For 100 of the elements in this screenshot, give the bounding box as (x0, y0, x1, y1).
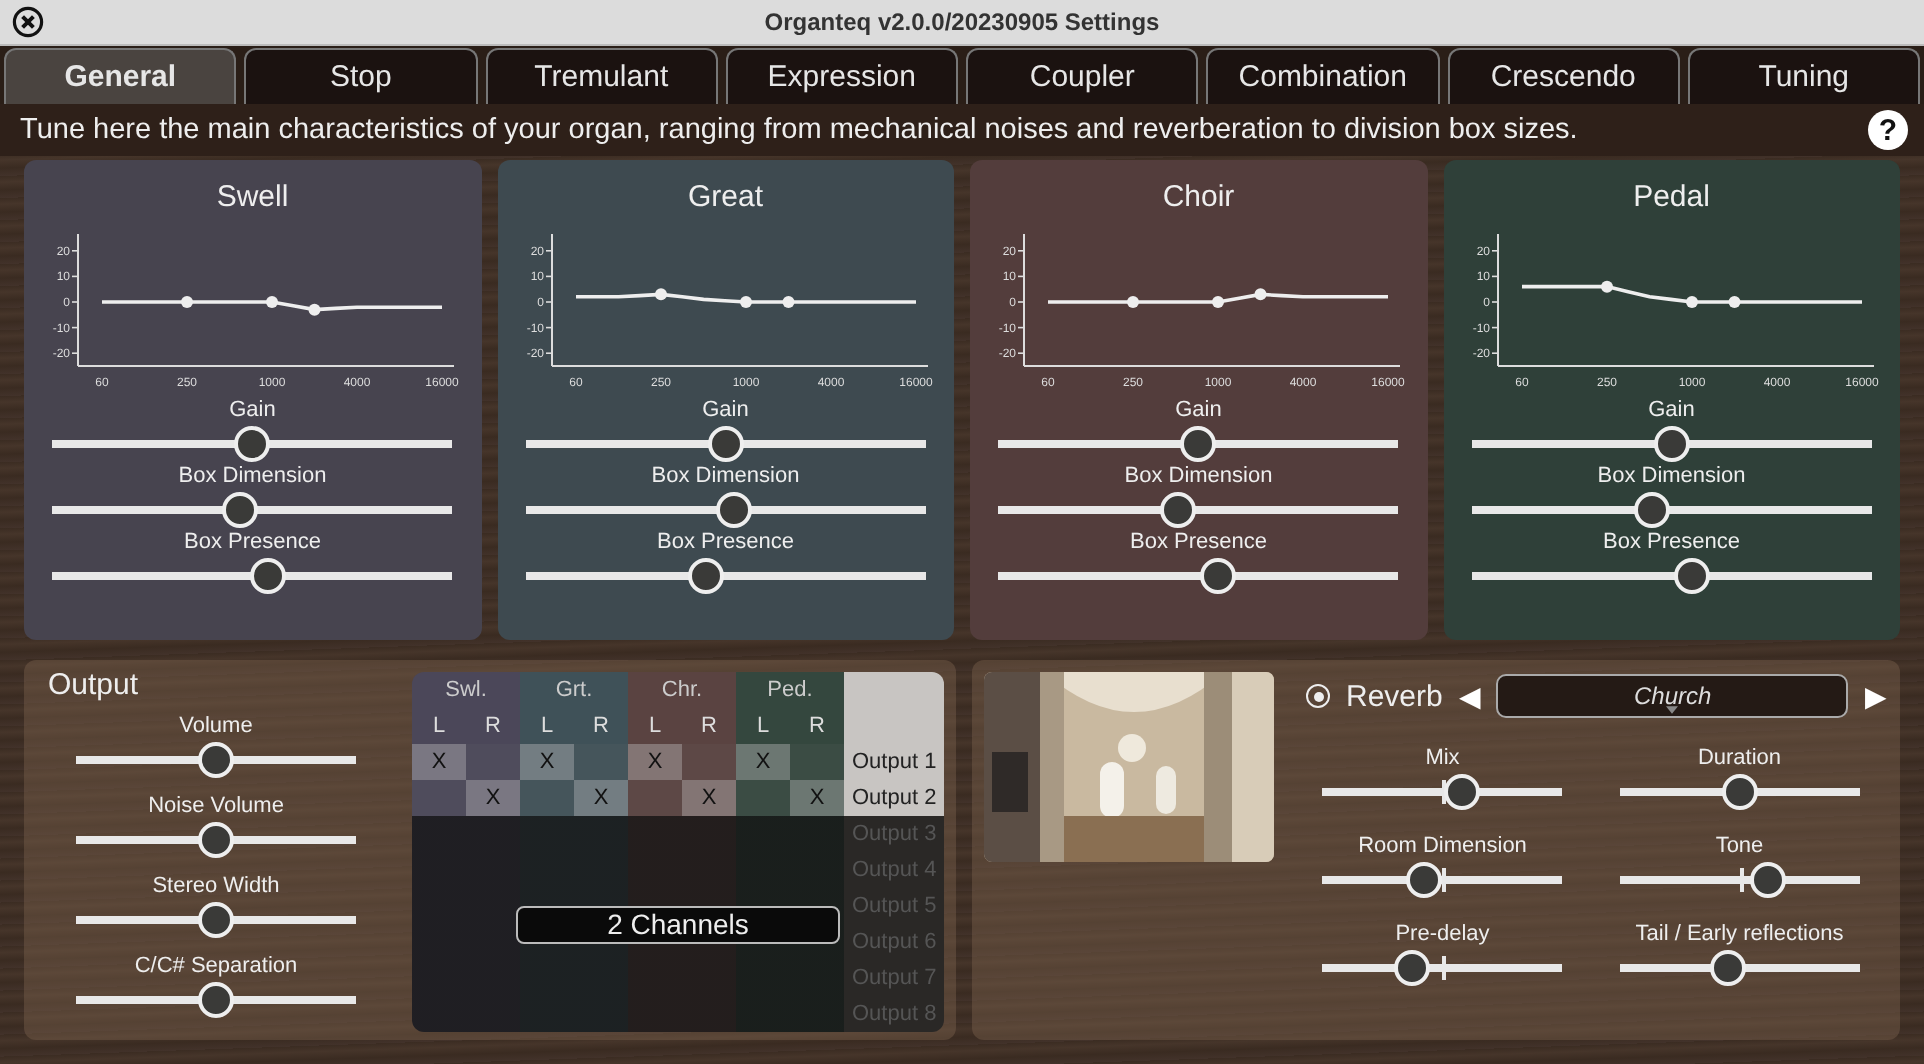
slider-thumb[interactable] (1633, 492, 1670, 528)
preset-dropdown[interactable]: Church (1496, 674, 1849, 718)
slider-thumb[interactable] (1160, 492, 1197, 528)
slider-thumb[interactable] (1709, 950, 1746, 986)
close-icon[interactable] (12, 6, 44, 38)
slider-thumb[interactable] (1405, 862, 1442, 898)
routing-cell[interactable]: X (520, 744, 574, 780)
channel-header: L (412, 708, 466, 744)
slider-label: Mix (1425, 746, 1460, 772)
eq-handle[interactable] (782, 296, 794, 308)
slider-thumb[interactable] (1180, 426, 1217, 462)
slider-thumb[interactable] (687, 558, 724, 594)
slider-thumb[interactable] (222, 492, 259, 528)
tab[interactable]: Tuning (1687, 48, 1920, 104)
tab[interactable]: Crescendo (1447, 48, 1680, 104)
division-title: Great (687, 180, 763, 214)
eq-handle[interactable] (1127, 296, 1140, 308)
division-title: Pedal (1633, 180, 1710, 214)
slider-thumb[interactable] (715, 492, 752, 528)
routing-cell[interactable]: X (790, 780, 844, 816)
slider-label: Box Presence (657, 530, 794, 556)
tab[interactable]: Coupler (966, 48, 1199, 104)
reverb-label: Reverb (1346, 679, 1443, 713)
slider-label: Box Presence (1603, 530, 1740, 556)
slider-thumb[interactable] (198, 902, 234, 938)
slider-thumb[interactable] (1393, 950, 1430, 986)
routing-cell[interactable] (628, 780, 682, 816)
slider-thumb[interactable] (198, 742, 234, 778)
channel-header: L (736, 708, 790, 744)
slider-label: Box Dimension (1124, 464, 1273, 490)
eq-handle[interactable] (654, 288, 667, 301)
radio-button[interactable] (1306, 684, 1330, 708)
slider-label: Duration (1697, 746, 1782, 772)
routing-cell[interactable] (736, 780, 790, 816)
tab[interactable]: Combination (1206, 48, 1439, 104)
routing-cell[interactable]: X (574, 780, 628, 816)
slider-label: Tone (1715, 834, 1764, 860)
default-marker-icon (1442, 868, 1447, 892)
slider-thumb[interactable] (1721, 774, 1758, 810)
routing-cell[interactable]: X (682, 780, 736, 816)
routing-cell[interactable] (412, 780, 466, 816)
slider-label: Gain (1648, 398, 1695, 424)
slider-thumb[interactable] (707, 426, 744, 462)
slider-thumb[interactable] (1200, 558, 1237, 594)
slider-thumb[interactable] (1750, 862, 1787, 898)
slider-label: Tail / Early reflections (1635, 922, 1844, 948)
slider-label: C/C# Separation (134, 954, 298, 980)
routing-cell[interactable] (466, 744, 520, 780)
tab[interactable]: Tremulant (485, 48, 718, 104)
eq-handle[interactable] (266, 296, 279, 308)
slider-thumb[interactable] (234, 426, 271, 462)
eq-handle[interactable] (1728, 296, 1740, 308)
slider-label: Gain (702, 398, 749, 424)
next-button[interactable]: ▶ (1864, 680, 1887, 712)
help-button[interactable]: ? (1868, 110, 1908, 150)
slider-label: Stereo Width (152, 874, 280, 900)
routing-cell[interactable]: X (466, 780, 520, 816)
channels-button[interactable]: 2 Channels (516, 905, 840, 943)
eq-handle[interactable] (309, 303, 321, 316)
routing-cell[interactable] (520, 780, 574, 816)
routing-cell[interactable] (574, 744, 628, 780)
group-header: Swl. (412, 672, 520, 708)
header-background (844, 672, 944, 744)
slider-label: Gain (229, 398, 276, 424)
routing-cell[interactable]: X (412, 744, 466, 780)
slider-thumb[interactable] (1653, 426, 1690, 462)
slider-thumb[interactable] (1443, 774, 1480, 810)
slider-label: Pre-delay (1395, 922, 1490, 948)
slider-thumb[interactable] (198, 982, 234, 1018)
channel-header: R (790, 708, 844, 744)
description-text: Tune here the main characteristics of your organ, ranging from mechanical noises and reverberation to division box sizes. (20, 114, 1578, 146)
slider-label: Room Dimension (1358, 834, 1527, 860)
previous-button[interactable]: ◀ (1458, 680, 1481, 712)
slider-thumb[interactable] (1673, 558, 1710, 594)
division-title: Choir (1162, 180, 1235, 214)
group-header: Grt. (520, 672, 628, 708)
slider-label: Box Dimension (1597, 464, 1746, 490)
group-header: Ped. (736, 672, 844, 708)
caret-icon (1666, 706, 1679, 714)
output-title: Output (48, 672, 139, 700)
channel-header: R (466, 708, 520, 744)
eq-handle[interactable] (1255, 288, 1267, 301)
division-title: Swell (216, 180, 289, 214)
routing-cell[interactable] (682, 744, 736, 780)
eq-handle[interactable] (181, 296, 194, 308)
eq-handle[interactable] (1600, 280, 1613, 293)
routing-cell[interactable]: X (736, 744, 790, 780)
tab[interactable]: Stop (244, 48, 477, 104)
routing-cell[interactable] (790, 744, 844, 780)
slider-thumb[interactable] (250, 558, 287, 594)
tab[interactable]: General (4, 48, 237, 104)
channel-header: R (574, 708, 628, 744)
eq-handle[interactable] (1685, 296, 1698, 308)
slider-label: Noise Volume (148, 794, 284, 820)
routing-cell[interactable]: X (628, 744, 682, 780)
slider-thumb[interactable] (198, 822, 234, 858)
tab[interactable]: Expression (725, 48, 958, 104)
slider-label: Box Dimension (651, 464, 800, 490)
eq-handle[interactable] (1212, 296, 1225, 308)
eq-handle[interactable] (739, 296, 752, 308)
